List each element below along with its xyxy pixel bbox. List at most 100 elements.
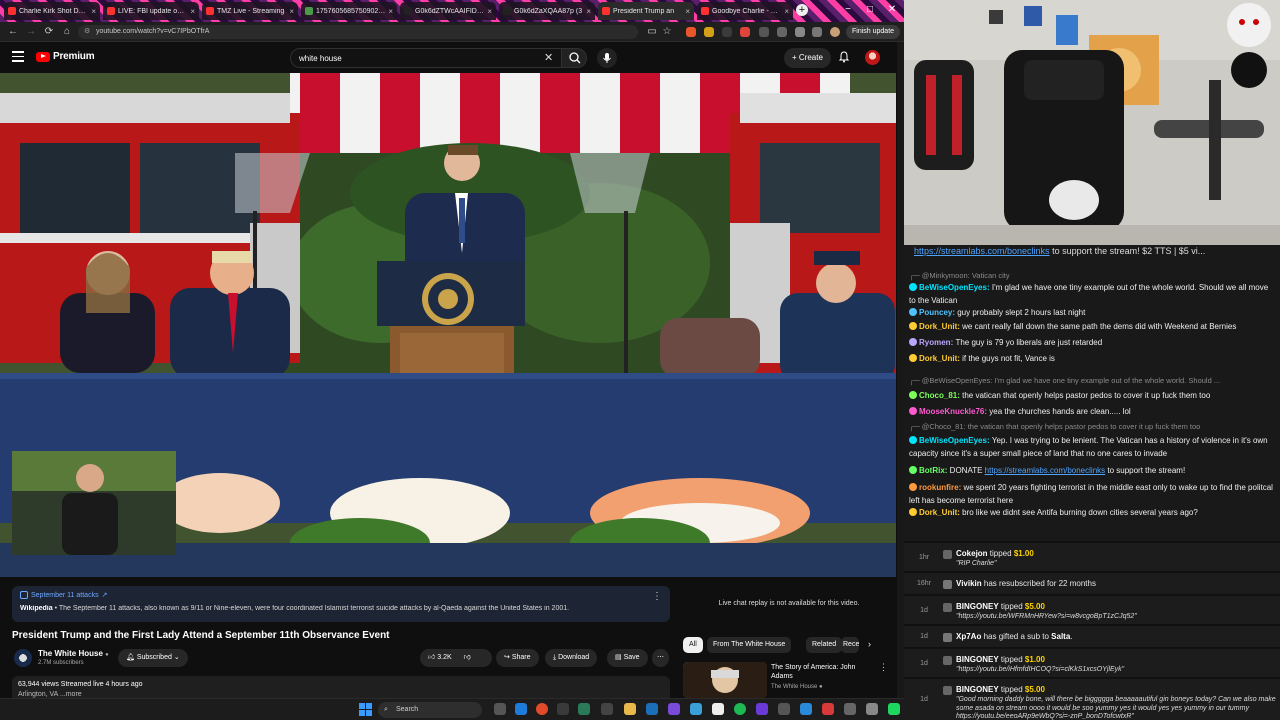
app-icon[interactable] [578, 703, 590, 715]
taskbar-search[interactable]: ⌕ Search [378, 702, 482, 718]
minimize-icon[interactable]: − [840, 3, 856, 17]
create-button[interactable]: + Create [784, 48, 831, 68]
close-tab-icon[interactable]: × [289, 7, 294, 16]
browser-tab[interactable]: G0k6dZTWcAAIFID (3 × [400, 2, 496, 20]
site-info-icon[interactable]: ⚙ [84, 25, 90, 39]
chat-username[interactable]: BeWiseOpenEyes [919, 283, 987, 292]
home-icon[interactable]: ⌂ [60, 25, 74, 39]
forward-icon[interactable]: → [24, 25, 38, 39]
chat-username[interactable]: Choco_81 [919, 391, 957, 400]
app-icon[interactable] [800, 703, 812, 715]
app-icon[interactable] [888, 703, 900, 715]
reload-icon[interactable]: ⟳ [42, 25, 56, 39]
description-box[interactable]: 63,944 views Streamed live 4 hours ago A… [12, 676, 670, 698]
subscribed-button[interactable]: 🔔︎ Subscribed ⌄ [118, 649, 188, 667]
feed-event[interactable]: 1d BINGONEY tipped $5.00 "Good morning dad… [904, 678, 1280, 720]
downloads-icon[interactable] [777, 27, 787, 37]
extension-icon[interactable] [704, 27, 714, 37]
steam-icon[interactable] [646, 703, 658, 715]
chat-username[interactable]: Dork_Unit [919, 354, 957, 363]
app-icon[interactable] [557, 703, 569, 715]
search-input[interactable] [299, 49, 539, 67]
bookmark-star-icon[interactable]: ☆ [660, 25, 674, 39]
app-icon[interactable] [866, 703, 878, 715]
download-button[interactable]: ⤓ Download [545, 649, 598, 667]
browser-tab[interactable]: G0k6dZaXQAA87p (3 × [499, 2, 595, 20]
feed-event[interactable]: 16hr Vivikin has resubscribed for 22 mont… [904, 572, 1280, 594]
new-tab-button[interactable]: + [796, 4, 808, 16]
chat-username[interactable]: BeWiseOpenEyes [919, 436, 987, 445]
share-button[interactable]: ↪ Share [496, 649, 539, 667]
save-button[interactable]: ▤ Save [607, 649, 648, 667]
browser-tab[interactable]: LIVE: FBI update on Ch × [103, 2, 199, 20]
feed-event[interactable]: 1d BINGONEY tipped $1.00 "https://youtu.be… [904, 648, 1280, 677]
more-actions-button[interactable]: ⋯ [652, 649, 669, 667]
sidebar-icon[interactable] [812, 27, 822, 37]
task-view-icon[interactable] [494, 703, 506, 715]
search-button[interactable] [561, 48, 587, 68]
chrome-icon[interactable] [536, 703, 548, 715]
chat-username[interactable]: rookunfire [919, 483, 959, 492]
chat-link[interactable]: https://streamlabs.com/boneclinks [985, 466, 1106, 475]
channel-avatar[interactable] [14, 649, 32, 667]
terminal-icon[interactable] [601, 703, 613, 715]
chevron-right-icon[interactable]: › [868, 639, 871, 649]
chat-username[interactable]: MooseKnuckle76 [919, 407, 984, 416]
spotify-icon[interactable] [734, 703, 746, 715]
app-icon[interactable] [712, 703, 724, 715]
browser-tab[interactable]: President Trump an × [598, 2, 694, 20]
close-tab-icon[interactable]: × [388, 7, 393, 16]
chat-username[interactable]: Ryomen [919, 338, 951, 347]
cast-icon[interactable]: ▭ [645, 25, 659, 39]
video-thumbnail[interactable] [683, 662, 767, 698]
browser-tab[interactable]: TMZ Live - Streaming × [202, 2, 298, 20]
page-scrollbar[interactable] [897, 42, 904, 698]
maximize-icon[interactable]: □ [862, 3, 878, 17]
windows-start-icon[interactable] [359, 703, 372, 716]
chat-username[interactable]: Dork_Unit [919, 508, 957, 517]
more-options-icon[interactable]: ⋮ [652, 591, 662, 602]
like-button[interactable]: 👍︎ 3.2K [428, 654, 452, 661]
file-explorer-icon[interactable] [624, 703, 636, 715]
chip-from-channel[interactable]: From The White House [707, 637, 792, 653]
browser-tab[interactable]: 1757605685750902.jp × [301, 2, 397, 20]
close-tab-icon[interactable]: × [91, 7, 96, 16]
chat-username[interactable]: BotRix [919, 466, 945, 475]
browser-tab[interactable]: Charlie Kirk Shot Dead × [4, 2, 100, 20]
dislike-button[interactable]: 👎︎ [464, 654, 471, 661]
profile-icon[interactable] [795, 27, 805, 37]
recommended-video[interactable]: The Story of America: John Adams The Whi… [683, 660, 895, 698]
feed-event[interactable]: 1d BINGONEY tipped $5.00 "https://youtu.be… [904, 595, 1280, 624]
edge-icon[interactable] [515, 703, 527, 715]
close-tab-icon[interactable]: × [190, 7, 195, 16]
topic-link[interactable]: September 11 attacks ↗ [20, 591, 662, 599]
clear-search-icon[interactable]: ✕ [544, 51, 553, 64]
app-icon[interactable] [756, 703, 768, 715]
chat-username[interactable]: Pouncey [919, 308, 952, 317]
url-bar[interactable]: ⚙ youtube.com/watch?v=vC7IPbOTfrA [78, 25, 638, 39]
finish-update-button[interactable]: Finish update [846, 25, 901, 39]
extension-icon[interactable] [722, 27, 732, 37]
youtube-logo[interactable]: Premium [36, 51, 95, 62]
back-icon[interactable]: ← [6, 25, 20, 39]
browser-tab[interactable]: Goodbye Charlie - You × [697, 2, 793, 20]
voice-search-button[interactable] [597, 48, 617, 68]
chip-all[interactable]: All [683, 637, 703, 653]
chip-related[interactable]: Related [806, 637, 843, 653]
chat-username[interactable]: Dork_Unit [919, 322, 957, 331]
close-tab-icon[interactable]: × [784, 7, 789, 16]
close-tab-icon[interactable]: × [685, 7, 690, 16]
app-icon[interactable] [778, 703, 790, 715]
extensions-puzzle-icon[interactable] [759, 27, 769, 37]
app-icon[interactable] [844, 703, 856, 715]
extension-icon[interactable] [686, 27, 696, 37]
hamburger-menu-icon[interactable] [12, 51, 24, 63]
app-icon[interactable] [668, 703, 680, 715]
user-avatar-icon[interactable] [830, 27, 840, 37]
app-icon[interactable] [822, 703, 834, 715]
extension-icon[interactable] [740, 27, 750, 37]
app-icon[interactable] [690, 703, 702, 715]
chip-recent[interactable]: Rece [841, 637, 859, 653]
more-options-icon[interactable]: ⋮ [879, 662, 888, 673]
close-window-icon[interactable]: ✕ [884, 3, 900, 17]
